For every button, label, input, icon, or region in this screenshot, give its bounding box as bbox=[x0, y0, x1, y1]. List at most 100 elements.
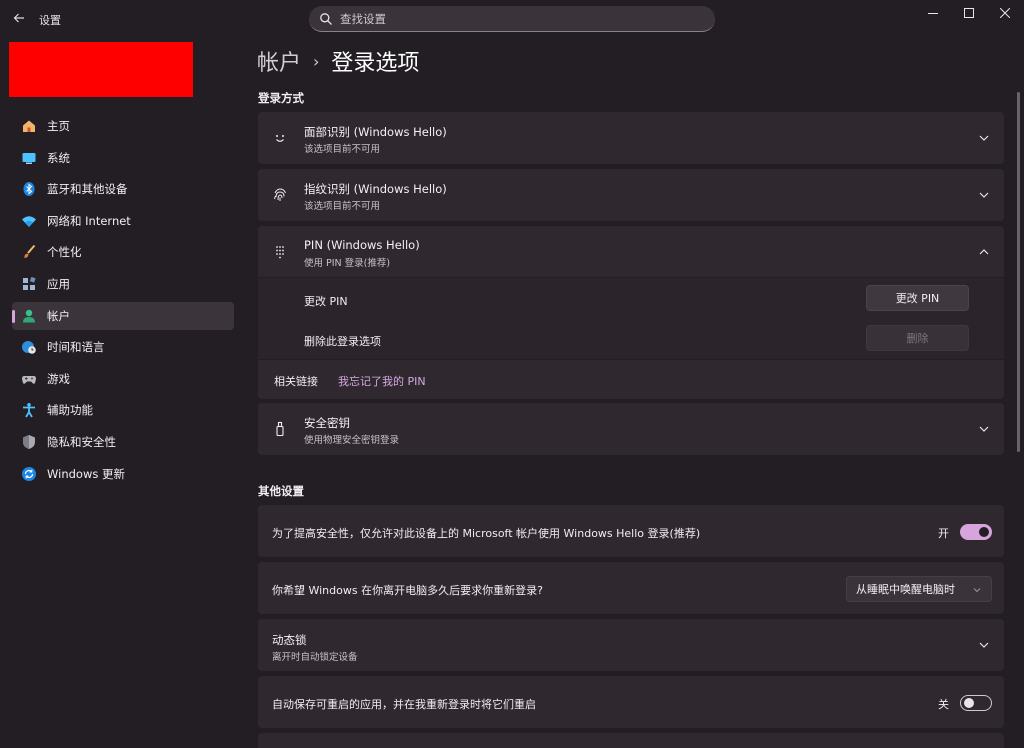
search-box[interactable] bbox=[309, 6, 715, 32]
card-title: 安全密钥 bbox=[304, 416, 350, 430]
sidebar-item-label: 系统 bbox=[47, 150, 70, 165]
chevron-down-icon bbox=[978, 423, 990, 435]
sidebar-item-privacy[interactable]: 隐私和安全性 bbox=[12, 428, 234, 456]
sidebar-item-label: 隐私和安全性 bbox=[47, 434, 116, 449]
require-signin-card: 你希望 Windows 在你离开电脑多久后要求你重新登录? 从睡眠中唤醒电脑时 bbox=[258, 562, 1004, 614]
wifi-icon bbox=[21, 213, 37, 229]
bluetooth-icon bbox=[21, 181, 37, 197]
toggle-state-label: 开 bbox=[938, 527, 949, 540]
chevron-down-icon bbox=[978, 132, 990, 144]
toggle-knob bbox=[979, 527, 989, 537]
face-recognition-card[interactable]: 面部识别 (Windows Hello) 该选项目前不可用 bbox=[258, 112, 1004, 164]
card-title: 指纹识别 (Windows Hello) bbox=[304, 182, 447, 196]
sidebar-item-accounts[interactable]: 帐户 bbox=[12, 301, 234, 330]
breadcrumb-separator: › bbox=[313, 51, 320, 71]
hello-only-card: 为了提高安全性，仅允许对此设备上的 Microsoft 帐户使用 Windows… bbox=[258, 505, 1004, 557]
search-input[interactable] bbox=[340, 10, 700, 28]
next-card-partial bbox=[258, 733, 1004, 748]
sidebar-item-label: 网络和 Internet bbox=[47, 213, 131, 228]
scrollbar[interactable] bbox=[1017, 92, 1020, 452]
sidebar-item-time-language[interactable]: 时间和语言 bbox=[12, 333, 234, 361]
accessibility-icon bbox=[21, 402, 37, 418]
breadcrumb: 帐户 › 登录选项 bbox=[257, 45, 419, 77]
remove-signin-label: 删除此登录选项 bbox=[304, 335, 381, 348]
sidebar-item-gaming[interactable]: 游戏 bbox=[12, 365, 234, 393]
toggle-state-label: 关 bbox=[938, 698, 949, 711]
security-key-card[interactable]: 安全密钥 使用物理安全密钥登录 bbox=[258, 403, 1004, 455]
require-signin-label: 你希望 Windows 在你离开电脑多久后要求你重新登录? bbox=[272, 584, 543, 597]
sidebar-item-label: 帐户 bbox=[47, 308, 70, 323]
dropdown-value: 从睡眠中唤醒电脑时 bbox=[856, 583, 955, 596]
brush-icon bbox=[21, 244, 37, 260]
remove-pin-button[interactable]: 删除 bbox=[866, 325, 969, 351]
fingerprint-card[interactable]: 指纹识别 (Windows Hello) 该选项目前不可用 bbox=[258, 169, 1004, 221]
globe-clock-icon bbox=[21, 339, 37, 355]
sidebar-item-windows-update[interactable]: Windows 更新 bbox=[12, 460, 234, 488]
hello-only-label: 为了提高安全性，仅允许对此设备上的 Microsoft 帐户使用 Windows… bbox=[272, 527, 701, 540]
change-pin-button[interactable]: 更改 PIN bbox=[866, 285, 969, 311]
sidebar-item-personalization[interactable]: 个性化 bbox=[12, 238, 234, 266]
restart-apps-label: 自动保存可重启的应用，并在我重新登录时将它们重启 bbox=[272, 698, 536, 711]
sidebar-item-home[interactable]: 主页 bbox=[12, 112, 234, 140]
usb-key-icon bbox=[272, 421, 288, 437]
card-subtitle: 使用 PIN 登录(推荐) bbox=[304, 258, 391, 269]
maximize-icon[interactable] bbox=[952, 0, 986, 26]
dynamic-lock-card[interactable]: 动态锁 离开时自动锁定设备 bbox=[258, 619, 1004, 671]
search-icon bbox=[319, 12, 333, 26]
chevron-down-icon bbox=[978, 189, 990, 201]
home-icon bbox=[21, 118, 37, 134]
keypad-icon bbox=[272, 244, 288, 260]
sidebar-item-bluetooth[interactable]: 蓝牙和其他设备 bbox=[12, 175, 234, 203]
app-title: 设置 bbox=[39, 14, 61, 27]
sidebar-item-label: 蓝牙和其他设备 bbox=[47, 182, 128, 197]
chevron-up-icon bbox=[978, 246, 990, 258]
sidebar-item-label: 应用 bbox=[47, 276, 70, 291]
restart-apps-toggle[interactable] bbox=[960, 695, 992, 711]
close-icon[interactable] bbox=[988, 0, 1022, 26]
card-subtitle: 离开时自动锁定设备 bbox=[272, 652, 358, 663]
card-title: PIN (Windows Hello) bbox=[304, 238, 420, 252]
chevron-down-icon bbox=[978, 639, 990, 651]
sidebar-item-label: 时间和语言 bbox=[47, 340, 105, 355]
sidebar-item-label: 主页 bbox=[47, 119, 70, 133]
page-title: 登录选项 bbox=[331, 51, 420, 76]
monitor-icon bbox=[21, 150, 37, 166]
account-icon bbox=[21, 308, 37, 324]
related-links-label: 相关链接 bbox=[274, 375, 318, 388]
sidebar-item-label: 个性化 bbox=[47, 245, 82, 260]
back-arrow-icon[interactable] bbox=[12, 11, 26, 25]
restart-apps-card: 自动保存可重启的应用，并在我重新登录时将它们重启 关 bbox=[258, 676, 1004, 728]
apps-icon bbox=[21, 276, 37, 292]
section-title-other: 其他设置 bbox=[258, 484, 304, 498]
card-subtitle: 使用物理安全密钥登录 bbox=[304, 435, 400, 446]
pin-card: PIN (Windows Hello) 使用 PIN 登录(推荐) 更改 PIN… bbox=[258, 226, 1004, 399]
card-subtitle: 该选项目前不可用 bbox=[304, 201, 381, 212]
title-bar: 设置 bbox=[0, 0, 1024, 38]
sidebar-item-label: 辅助功能 bbox=[47, 403, 93, 418]
sidebar-nav: 主页 系统 蓝牙和其他设备 网络和 Internet 个性化 应用 帐户 时间和… bbox=[12, 112, 234, 491]
smiley-face-icon bbox=[272, 130, 288, 146]
sidebar-item-accessibility[interactable]: 辅助功能 bbox=[12, 396, 234, 424]
pin-related-links: 相关链接 我忘记了我的 PIN bbox=[258, 359, 1004, 399]
pin-card-body: 更改 PIN 更改 PIN 删除此登录选项 删除 bbox=[258, 278, 1004, 359]
hello-only-toggle[interactable] bbox=[960, 524, 992, 540]
forgot-pin-link[interactable]: 我忘记了我的 PIN bbox=[338, 373, 426, 389]
update-icon bbox=[21, 466, 37, 482]
user-profile-redacted bbox=[9, 42, 193, 97]
fingerprint-icon bbox=[272, 187, 288, 203]
sidebar-item-network[interactable]: 网络和 Internet bbox=[12, 207, 234, 235]
sidebar-item-apps[interactable]: 应用 bbox=[12, 270, 234, 298]
pin-card-header[interactable]: PIN (Windows Hello) 使用 PIN 登录(推荐) bbox=[258, 226, 1004, 278]
shield-icon bbox=[21, 434, 37, 450]
change-pin-label: 更改 PIN bbox=[304, 295, 348, 308]
sidebar-item-label: 游戏 bbox=[47, 371, 70, 386]
minimize-icon[interactable] bbox=[916, 0, 950, 26]
sidebar-item-system[interactable]: 系统 bbox=[12, 144, 234, 172]
section-title-signin: 登录方式 bbox=[258, 91, 304, 105]
gamepad-icon bbox=[21, 371, 37, 387]
sidebar-item-label: Windows 更新 bbox=[47, 466, 125, 481]
chevron-down-icon bbox=[972, 585, 982, 595]
card-title: 动态锁 bbox=[272, 633, 307, 647]
breadcrumb-parent[interactable]: 帐户 bbox=[257, 45, 301, 77]
require-signin-dropdown[interactable]: 从睡眠中唤醒电脑时 bbox=[846, 576, 992, 602]
